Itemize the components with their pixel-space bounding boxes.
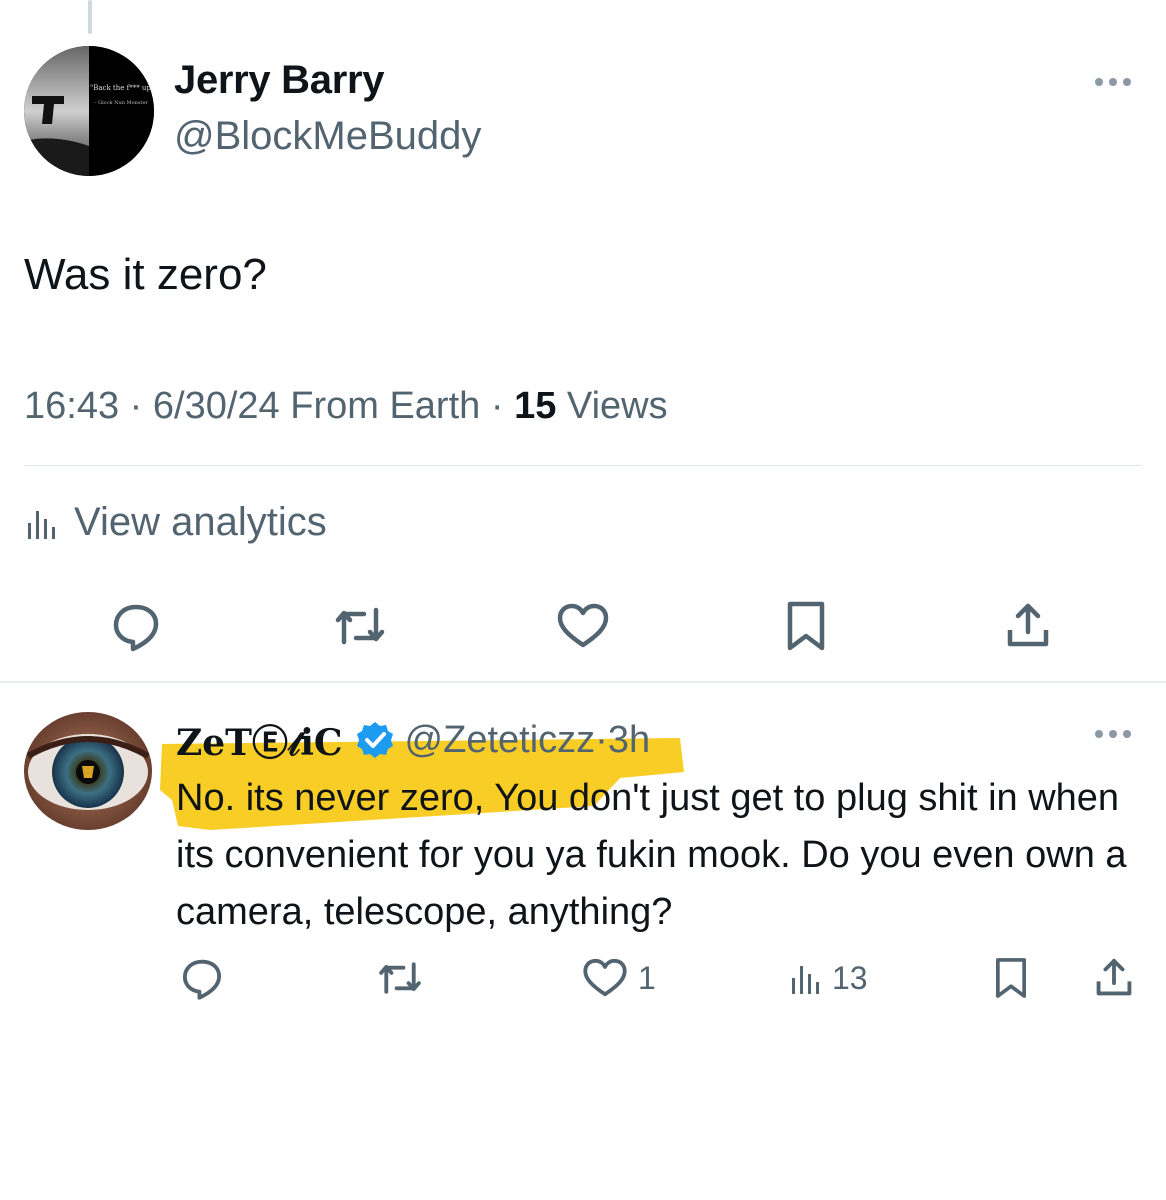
bookmark-icon	[787, 601, 825, 651]
author-name[interactable]: Jerry Barry	[174, 58, 385, 103]
more-options-icon[interactable]	[1090, 72, 1136, 92]
reply-author-name[interactable]: ZeTⒺ𝓉iC	[176, 714, 343, 766]
view-analytics-label: View analytics	[74, 500, 327, 544]
bookmark-icon	[996, 958, 1026, 998]
reply-header: ZeTⒺ𝓉iC @Zeteticzz · 3h	[176, 714, 650, 766]
reply-reply-button[interactable]	[178, 950, 226, 1006]
reply-more-options-icon[interactable]	[1090, 724, 1136, 744]
tweet-location: From Earth	[290, 385, 481, 427]
reply-icon	[113, 604, 159, 652]
reply-like-count: 1	[638, 959, 656, 996]
views-count: 15	[514, 385, 557, 427]
share-icon	[1007, 603, 1049, 647]
reply-share-button[interactable]	[1090, 950, 1138, 1006]
views-label: Views	[566, 385, 668, 427]
reply-views-button[interactable]: 13	[788, 950, 868, 1006]
reply-age: 3h	[607, 718, 651, 761]
retweet-icon	[335, 607, 385, 645]
share-icon	[1096, 958, 1132, 996]
avatar-reply-author[interactable]	[24, 712, 152, 830]
avatar-logo-subtext: – Glock Nun Monster	[94, 100, 148, 106]
reply-text: No. its never zero, You don't just get t…	[176, 777, 1127, 933]
retweet-button[interactable]	[330, 596, 390, 656]
tweet-text: Was it zero?	[24, 250, 267, 299]
tweet-metadata: 16:43 · 6/30/24 From Earth · 15 Views	[24, 385, 668, 427]
retweet-icon	[379, 962, 421, 994]
avatar-logo-text: "Back the f*** up"	[90, 84, 154, 92]
reply-view-count: 13	[832, 959, 868, 996]
reply-author-handle[interactable]: @Zeteticzz	[405, 719, 596, 762]
like-icon	[583, 958, 627, 997]
divider	[24, 465, 1142, 466]
share-button[interactable]	[998, 596, 1058, 656]
reply-icon	[182, 959, 222, 1000]
view-analytics-button[interactable]: View analytics	[24, 500, 327, 545]
avatar-main-author[interactable]: "Back the f*** up" – Glock Nun Monster	[24, 46, 154, 176]
reply-like-button[interactable]: 1	[580, 950, 656, 1006]
tweet-time: 16:43	[24, 385, 120, 427]
reply-bookmark-button[interactable]	[988, 950, 1034, 1006]
analytics-icon	[28, 510, 55, 539]
reply-button[interactable]	[106, 596, 166, 656]
thread-connector-line	[88, 0, 92, 34]
tweet-separator	[0, 681, 1166, 683]
bookmark-button[interactable]	[776, 596, 836, 656]
reply-retweet-button[interactable]	[374, 950, 426, 1006]
like-icon	[557, 603, 609, 648]
analytics-icon	[792, 966, 819, 994]
verified-badge-icon	[356, 722, 393, 758]
like-button[interactable]	[553, 596, 613, 656]
author-handle[interactable]: @BlockMeBuddy	[174, 114, 481, 159]
tweet-date: 6/30/24	[152, 385, 280, 427]
